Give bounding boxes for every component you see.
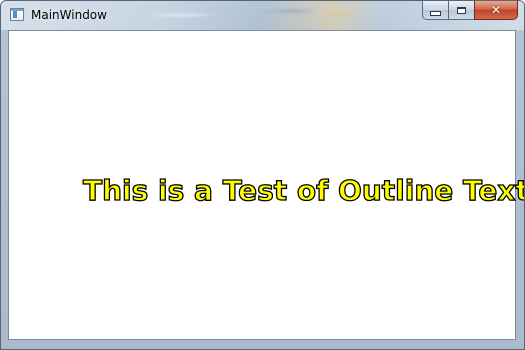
maximize-icon [457,6,466,14]
title-bar[interactable]: MainWindow ✕ [1,1,524,30]
close-icon: ✕ [490,3,502,17]
main-window: MainWindow ✕ This is a Test of Outline T… [0,0,525,350]
caption-buttons: ✕ [422,1,518,21]
window-app-icon[interactable] [10,8,24,21]
maximize-button[interactable] [448,1,474,20]
close-button[interactable]: ✕ [474,1,518,20]
title-bar-background [141,1,411,29]
minimize-button[interactable] [422,1,448,20]
minimize-icon [430,10,441,16]
window-title: MainWindow [31,8,107,22]
window-client-area: This is a Test of Outline Text [8,30,524,340]
outline-text-label: This is a Test of Outline Text [82,173,525,207]
